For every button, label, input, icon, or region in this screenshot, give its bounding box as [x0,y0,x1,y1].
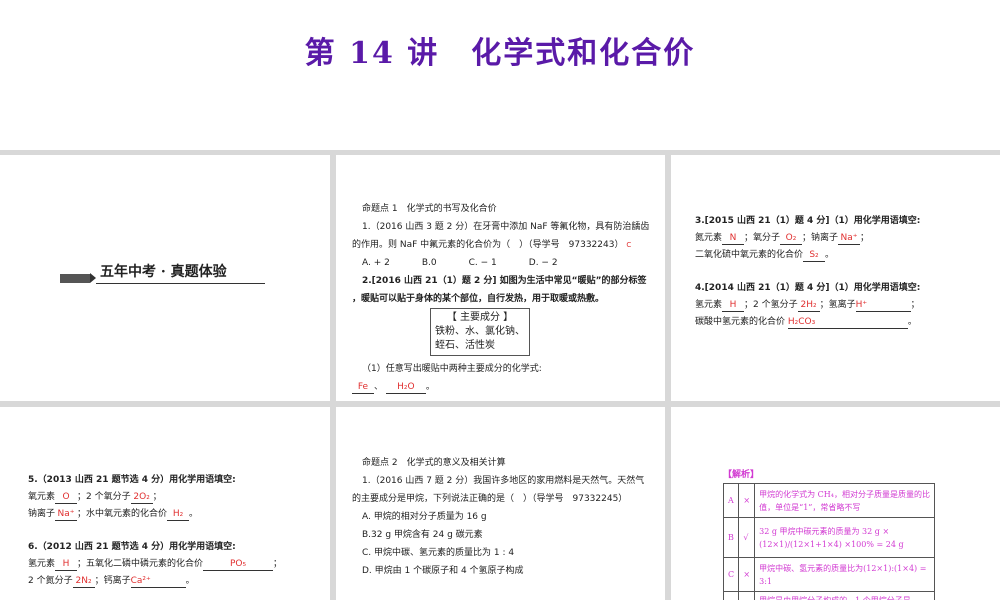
question-text: 的作用。则 NaF 中氟元素的化合价为（ ）（导学号 97332243） C [352,240,632,250]
option-a: A. 甲烷的相对分子质量为 16 g [362,512,487,522]
option-b: B.0 [421,258,437,268]
slide-thumbnail-3[interactable]: 3.[2015 山西 21（1）题 4 分]（1）用化学用语填空: 氮元素 N ；氧… [671,155,1000,401]
fill-line: 钠离子 Na⁺ ；水中氧元素的化合价 H₂。 [28,509,199,521]
topic-label: 命题点 1 化学式的书写及化合价 [362,204,497,214]
fill-line: 碳酸中氢元素的化合价 H₂CO₃。 [695,317,917,329]
options: A. + 2 B.0 C. − 1 D. − 2 [352,254,655,272]
ingredients-box: 【 主要成分 】 铁粉、水、氯化钠、 蛭石、活性炭 [430,308,530,356]
heading-bar-icon [60,274,90,283]
section-heading-text: 五年中考 · 真题体验 [100,264,227,280]
table-row: C × 甲烷中碳、氢元素的质量比为(12×1):(1×4) = 3:1 [722,557,936,592]
fill-line: 二氧化硫中氧元素的化合价 S₂。 [695,250,835,262]
table-row: A × 甲烷的化学式为 CH₄，相对分子质量是质量的比值，单位是“1”，常省略不写 [722,483,936,518]
heading-underline [96,283,265,284]
question-text: 4.[2014 山西 21（1）题 4 分]（1）用化学用语填空: [695,283,921,293]
option-c: C. 甲烷中碳、氢元素的质量比为 1 : 4 [362,548,515,558]
title-area: 第 14 讲 化学式和化合价 [0,0,1000,150]
analysis-table: A × 甲烷的化学式为 CH₄，相对分子质量是质量的比值，单位是“1”，常省略不写 … [722,483,936,600]
question-text: ，暖贴可以贴于身体的某个部位，自行发热，用于取暖或热敷。 [352,294,605,304]
option-d: D. − 2 [528,258,558,268]
fill-line: 氧元素 O ；2 个氧分子 2O₂； [28,492,162,504]
heading-arrow-icon [90,273,96,283]
analysis-heading: 【解析】 [723,470,760,480]
section-heading: 五年中考 · 真题体验 [60,263,265,287]
slide-thumbnail-1[interactable]: 五年中考 · 真题体验 [0,155,330,401]
table-row: B √ 32 g 甲烷中碳元素的质量为 32 g × (12×1)/(12×1+1×… [722,517,936,558]
table-row: D×甲烷是由甲烷分子构成的，1 个甲烷分子是 [722,591,936,600]
slide-thumbnail-2[interactable]: 命题点 1 化学式的书写及化合价 1.（2016 山西 3 题 2 分）在牙膏中… [336,155,665,401]
question-text: 3.[2015 山西 21（1）题 4 分]（1）用化学用语填空: [695,216,921,226]
option-d: D. 甲烷由 1 个碳原子和 4 个氢原子构成 [362,566,524,576]
fill-line: 氮元素 N ；氧分子 O₂ ；钠离子 Na⁺； [695,233,870,245]
fill-line: 氢元素 H ；五氧化二磷中磷元素的化合价 PO₅； [28,559,283,571]
slide-thumbnail-5[interactable]: 命题点 2 化学式的意义及相关计算 1.（2016 山西 7 题 2 分）我国许… [336,407,665,600]
question-text: 5.（2013 山西 21 题节选 4 分）用化学用语填空: [28,475,236,485]
answers: Fe、 H₂O。 [352,378,655,396]
question-text: 的主要成分是甲烷，下列说法正确的是（ ）（导学号 97332245） [352,494,628,504]
page-title: 第 14 讲 化学式和化合价 [304,36,696,71]
slide-thumbnail-4[interactable]: 5.（2013 山西 21 题节选 4 分）用化学用语填空: 氧元素 O ；2 个氧… [0,407,330,600]
fill-line: 2 个氮分子 2N₂ ；钙离子Ca²⁺。 [28,576,195,588]
fill-line: 氢元素 H ；2 个氢分子 2H₂ ；氢离子H⁺； [695,300,920,312]
question-text: 1.（2016 山西 7 题 2 分）我国许多地区的家用燃料是天然气。天然气 [362,476,645,486]
option-a: A. + 2 [362,258,390,268]
option-c: C. − 1 [468,258,497,268]
slide-thumbnail-6[interactable]: 【解析】 A × 甲烷的化学式为 CH₄，相对分子质量是质量的比值，单位是“1”，常… [671,407,1000,600]
sub-question: （1）任意写出暖贴中两种主要成分的化学式: [362,364,542,374]
question-text: 2.[2016 山西 21（1）题 2 分] 如图为生活中常见“暖贴”的部分标签 [362,276,647,286]
option-b: B.32 g 甲烷含有 24 g 碳元素 [362,530,483,540]
question-text: 1.（2016 山西 3 题 2 分）在牙膏中添加 NaF 等氟化物，具有防治龋… [362,222,650,232]
topic-label: 命题点 2 化学式的意义及相关计算 [362,458,506,468]
question-text: 6.（2012 山西 21 题节选 4 分）用化学用语填空: [28,542,236,552]
